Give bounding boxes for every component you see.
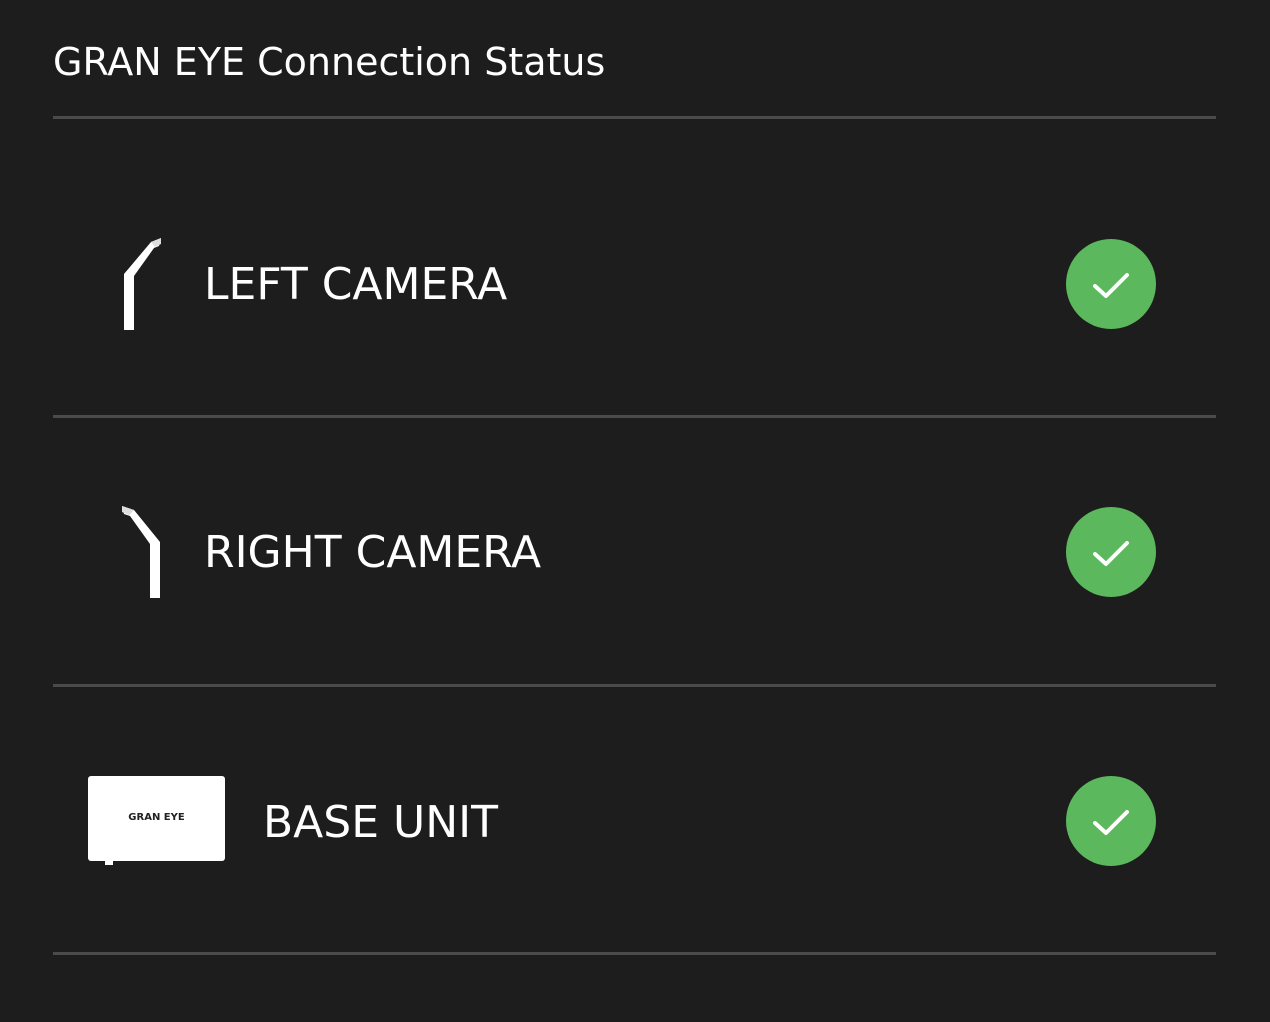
device-label-base-unit: BASE UNIT	[263, 797, 498, 848]
check-icon	[1066, 239, 1156, 329]
left-camera-arm-icon	[121, 238, 165, 334]
row-divider	[53, 952, 1216, 955]
base-unit-logo: GRAN EYE	[128, 812, 185, 823]
device-row-left-camera: LEFT CAMERA	[53, 150, 1216, 417]
header-divider	[53, 116, 1216, 119]
base-unit-icon: GRAN EYE	[88, 776, 225, 865]
connection-status-screen: GRAN EYE Connection Status LEFT CAMERA R…	[0, 0, 1270, 1022]
check-icon	[1066, 507, 1156, 597]
device-label-left-camera: LEFT CAMERA	[204, 259, 508, 310]
page-title: GRAN EYE Connection Status	[53, 40, 606, 84]
device-row-base-unit: GRAN EYE BASE UNIT	[53, 687, 1216, 954]
check-icon	[1066, 776, 1156, 866]
device-row-right-camera: RIGHT CAMERA	[53, 418, 1216, 685]
device-label-right-camera: RIGHT CAMERA	[204, 527, 542, 578]
right-camera-arm-icon	[120, 506, 164, 602]
